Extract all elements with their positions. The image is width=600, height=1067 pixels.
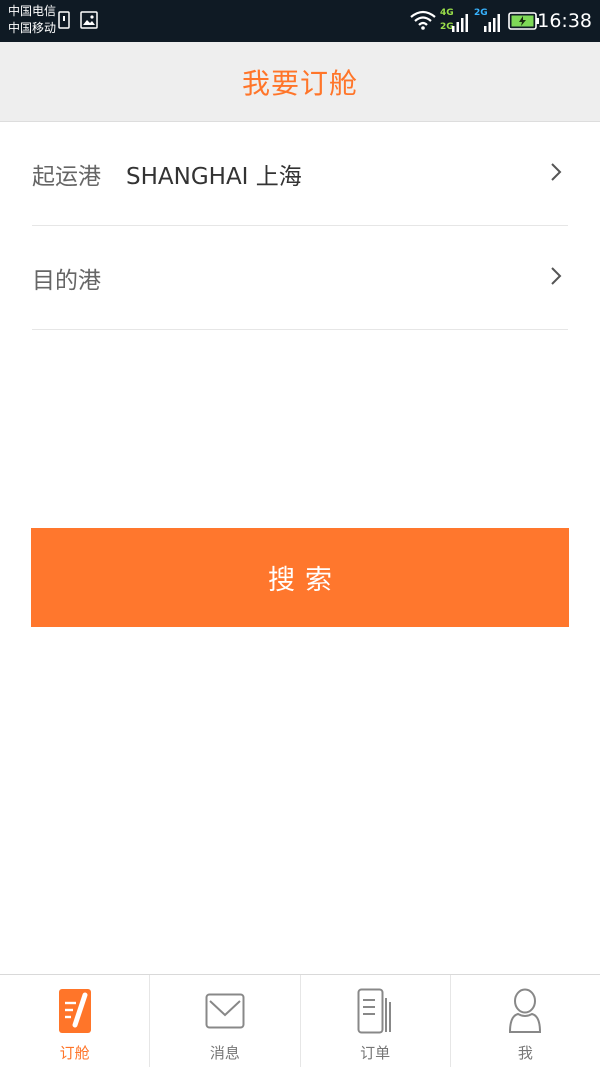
tab-profile-label: 我	[517, 1044, 533, 1062]
destination-port-label: 目的港	[32, 267, 101, 294]
battery-icon	[508, 12, 540, 34]
origin-port-label: 起运港	[32, 163, 101, 190]
carrier-info: 中国电信 中国移动	[8, 3, 56, 37]
image-notification-icon	[80, 11, 98, 33]
search-button[interactable]: 搜索	[31, 528, 569, 627]
carrier-1: 中国电信	[8, 4, 57, 18]
chevron-right-icon	[550, 162, 562, 186]
origin-port-row[interactable]: 起运港 SHANGHAI 上海	[32, 122, 568, 226]
signal-strength-icon-1	[452, 12, 468, 36]
page-title: 我要订舱	[241, 66, 358, 100]
tab-orders[interactable]: 订单	[301, 975, 451, 1067]
clock-time: 16:38	[537, 10, 592, 32]
carrier-2: 中国移动	[8, 21, 57, 35]
signal-strength-icon-2	[484, 12, 500, 36]
header-bar: 我要订舱	[0, 42, 600, 122]
tab-messages-label: 消息	[209, 1044, 240, 1062]
destination-port-row[interactable]: 目的港	[32, 226, 568, 330]
message-icon	[205, 988, 245, 1034]
tab-orders-label: 订单	[360, 1044, 391, 1062]
status-bar: 中国电信 中国移动 4G 2G 2G 16:38	[0, 0, 600, 42]
chevron-right-icon	[550, 266, 562, 290]
tab-booking-label: 订舱	[59, 1044, 90, 1062]
tab-messages[interactable]: 消息	[150, 975, 301, 1067]
origin-port-value: SHANGHAI 上海	[126, 163, 302, 190]
tab-booking[interactable]: 订舱	[0, 975, 151, 1067]
wifi-icon	[410, 10, 436, 34]
order-icon	[357, 988, 393, 1034]
sim-card-icon	[58, 11, 70, 33]
booking-icon	[58, 988, 91, 1034]
tab-profile[interactable]: 我	[451, 975, 600, 1067]
profile-icon	[508, 988, 542, 1034]
bottom-tab-bar: 订舱 消息 订单 我	[0, 974, 600, 1067]
